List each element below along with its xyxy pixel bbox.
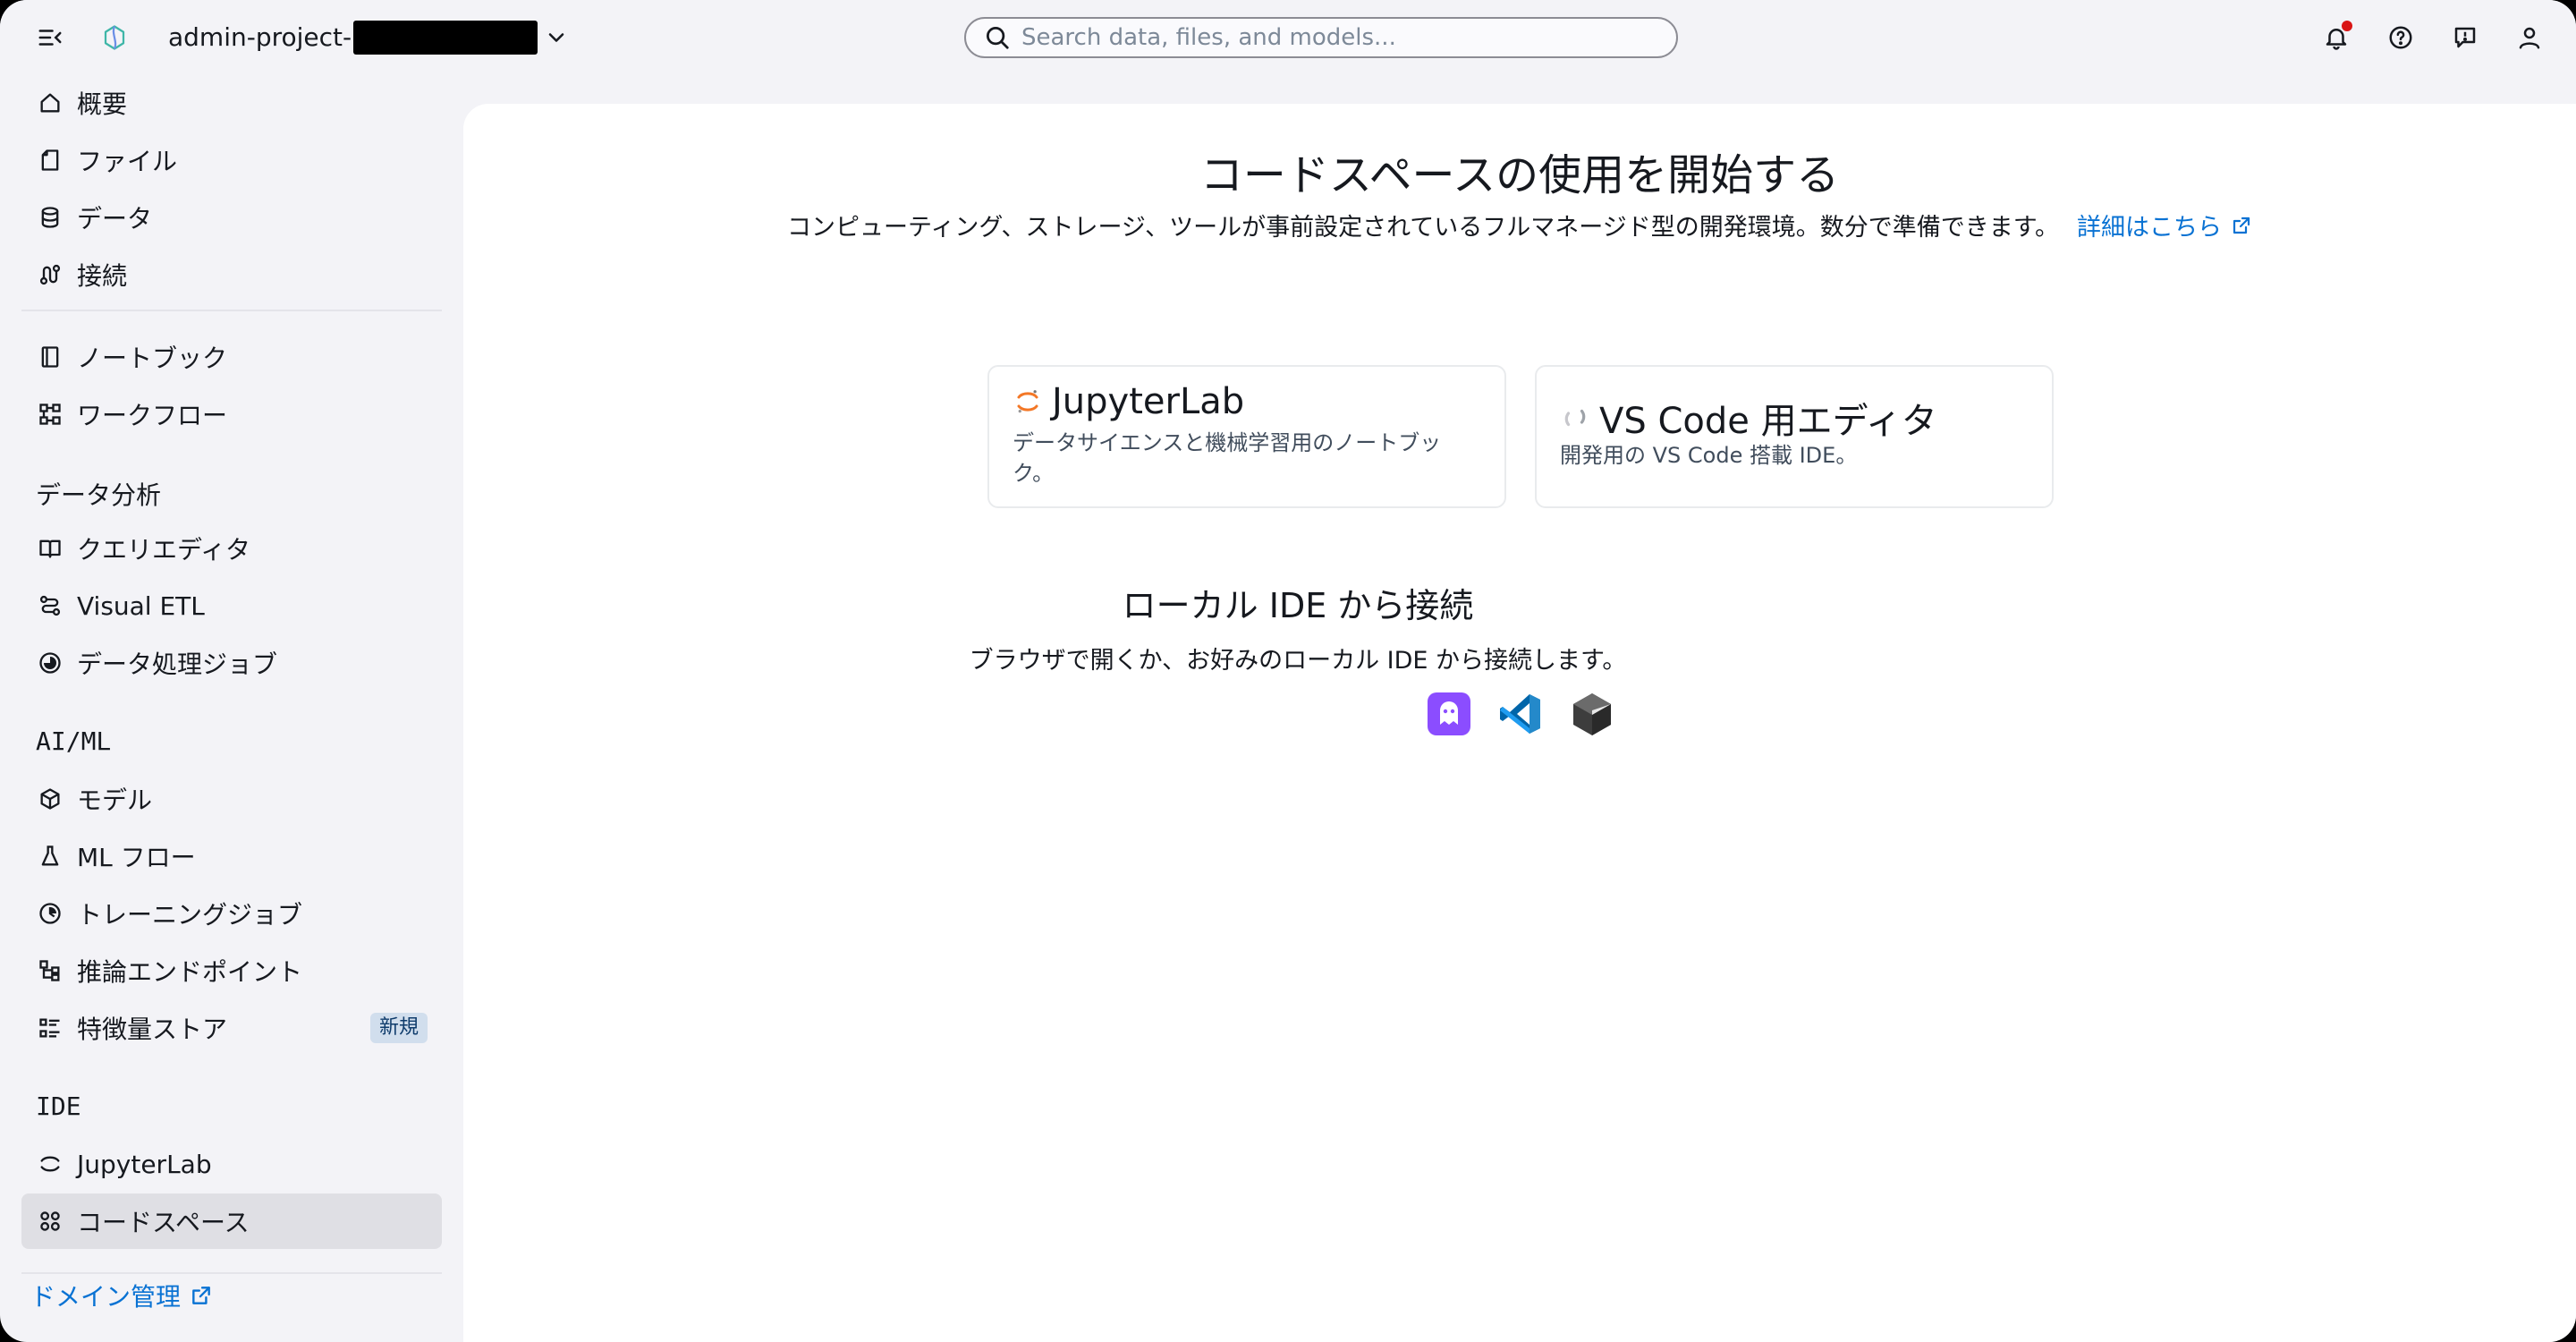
sidebar-item-jupyterlab[interactable]: JupyterLab bbox=[21, 1136, 442, 1192]
endpoint-icon bbox=[36, 956, 64, 985]
section-title-aiml: AI/ML bbox=[36, 726, 112, 756]
sidebar-item-label: コードスペース bbox=[77, 1208, 250, 1237]
section-title-analytics: データ分析 bbox=[36, 480, 162, 510]
workflow-icon bbox=[36, 400, 64, 429]
bell-icon[interactable] bbox=[2318, 20, 2354, 55]
sidebar-item-files[interactable]: ファイル bbox=[21, 132, 442, 188]
page-title: コードスペースの使用を開始する bbox=[1199, 150, 1840, 200]
search-input[interactable] bbox=[1020, 23, 1667, 52]
jupyter-icon bbox=[36, 1150, 64, 1178]
card-title-text: VS Code 用エディタ bbox=[1599, 401, 1937, 442]
sidebar-item-label: 推論エンドポイント bbox=[77, 957, 303, 987]
sidebar-item-label: クエリエディタ bbox=[77, 535, 251, 565]
home-icon bbox=[36, 89, 64, 117]
project-name-label: admin-project- bbox=[168, 22, 352, 52]
page-subtitle: コンピューティング、ストレージ、ツールが事前設定されているフルマネージド型の開発… bbox=[463, 208, 2576, 242]
domain-management-label: ドメイン管理 bbox=[30, 1282, 182, 1312]
sidebar-item-overview[interactable]: 概要 bbox=[21, 75, 442, 131]
local-ide-title: ローカル IDE から接続 bbox=[1122, 586, 1474, 625]
project-selector[interactable]: admin-project- bbox=[168, 18, 538, 57]
vscode-icon[interactable] bbox=[1497, 691, 1544, 737]
clock-icon bbox=[36, 899, 64, 928]
sidebar-item-data-processing-jobs[interactable]: データ処理ジョブ bbox=[21, 635, 442, 691]
sidebar-item-label: モデル bbox=[77, 786, 153, 815]
sidebar-item-feature-store[interactable]: 特徴量ストア 新規 bbox=[21, 1000, 442, 1056]
page-subtitle-text: コンピューティング、ストレージ、ツールが事前設定されているフルマネージド型の開発… bbox=[786, 214, 2060, 242]
sidebar-divider bbox=[21, 1272, 442, 1274]
sidebar-item-data[interactable]: データ bbox=[21, 190, 442, 245]
sidebar-item-label: Visual ETL bbox=[77, 590, 205, 621]
sidebar-item-ml-flow[interactable]: ML フロー bbox=[21, 828, 442, 884]
sidebar-item-label: データ処理ジョブ bbox=[77, 650, 278, 679]
sidebar-item-label: ワークフロー bbox=[77, 401, 228, 430]
search-icon bbox=[987, 27, 1009, 49]
studio-window: admin-project- Search data, files, and m… bbox=[0, 0, 2576, 1342]
external-link-icon bbox=[192, 1287, 210, 1304]
top-bar: admin-project- bbox=[0, 0, 2576, 75]
cube-icon bbox=[36, 785, 64, 813]
external-link-icon bbox=[2233, 217, 2250, 234]
card-title-text: JupyterLab bbox=[1052, 381, 1245, 422]
job-icon bbox=[36, 649, 64, 677]
card-description: データサイエンスと機械学習用のノートブック。 bbox=[1013, 430, 1442, 486]
sidebar-item-label: 特徴量ストア bbox=[77, 1015, 228, 1044]
card-title: VS Code 用エディタ bbox=[1562, 392, 1937, 444]
notification-dot bbox=[2342, 21, 2352, 31]
sidebar-item-visual-etl[interactable]: Visual ETL bbox=[21, 578, 442, 633]
sidebar-item-workflows[interactable]: ワークフロー bbox=[21, 386, 442, 442]
grid-icon bbox=[36, 1207, 64, 1236]
sidebar-item-training-jobs[interactable]: トレーニングジョブ bbox=[21, 886, 442, 941]
etl-icon bbox=[36, 591, 64, 620]
jupyterlab-card[interactable]: JupyterLab データサイエンスと機械学習用のノートブック。 bbox=[987, 365, 1506, 508]
sidebar-item-inference-endpoints[interactable]: 推論エンドポイント bbox=[21, 943, 442, 998]
search-bar[interactable] bbox=[964, 17, 1678, 58]
sidebar: 概要 ファイル データ 接続 ノートブック ワークフロー データ分析 クエリエデ… bbox=[0, 75, 463, 1342]
redacted-block bbox=[353, 21, 538, 55]
card-title: JupyterLab bbox=[1014, 381, 1244, 422]
kiro-icon[interactable] bbox=[1426, 691, 1472, 737]
flask-icon bbox=[36, 842, 64, 871]
book-icon bbox=[36, 534, 64, 563]
sidebar-item-query-editor[interactable]: クエリエディタ bbox=[21, 521, 442, 576]
collapse-menu-icon[interactable] bbox=[32, 20, 68, 55]
studio-logo-icon[interactable] bbox=[97, 20, 132, 55]
vscode-editor-card[interactable]: VS Code 用エディタ 開発用の VS Code 搭載 IDE。 bbox=[1535, 365, 2054, 508]
learn-more-label: 詳細はこちら bbox=[2077, 214, 2223, 242]
list-icon bbox=[36, 1014, 64, 1042]
database-icon bbox=[36, 203, 64, 232]
card-description: 開発用の VS Code 搭載 IDE。 bbox=[1560, 443, 1858, 468]
section-title-ide: IDE bbox=[36, 1091, 81, 1121]
user-icon[interactable] bbox=[2512, 20, 2547, 55]
sidebar-item-label: ノートブック bbox=[77, 344, 228, 373]
sidebar-item-label: ファイル bbox=[77, 147, 178, 176]
local-ide-subtitle: ブラウザで開くか、お好みのローカル IDE から接続します。 bbox=[969, 647, 1627, 675]
learn-more-link[interactable]: 詳細はこちら bbox=[2077, 208, 2252, 242]
cursor-icon[interactable] bbox=[1569, 691, 1615, 737]
new-badge: 新規 bbox=[369, 1013, 428, 1043]
sidebar-divider bbox=[21, 310, 442, 311]
help-icon[interactable] bbox=[2383, 20, 2419, 55]
chevron-down-icon[interactable] bbox=[538, 20, 574, 55]
sidebar-item-label: 概要 bbox=[77, 89, 128, 119]
sidebar-item-label: JupyterLab bbox=[77, 1149, 212, 1179]
sidebar-item-label: データ bbox=[77, 204, 153, 234]
main-panel: コードスペースの使用を開始する コンピューティング、ストレージ、ツールが事前設定… bbox=[463, 104, 2576, 1342]
domain-management-link[interactable]: ドメイン管理 bbox=[30, 1278, 213, 1313]
loading-icon bbox=[1564, 409, 1586, 427]
feedback-icon[interactable] bbox=[2447, 20, 2483, 55]
sidebar-item-label: 接続 bbox=[77, 261, 128, 291]
jupyter-icon bbox=[1017, 390, 1038, 413]
connection-icon bbox=[36, 260, 64, 289]
notebook-icon bbox=[36, 343, 64, 371]
sidebar-item-connections[interactable]: 接続 bbox=[21, 247, 442, 302]
file-icon bbox=[36, 146, 64, 174]
sidebar-item-label: ML フロー bbox=[77, 843, 196, 872]
sidebar-item-models[interactable]: モデル bbox=[21, 771, 442, 827]
sidebar-item-code-spaces[interactable]: コードスペース bbox=[21, 1193, 442, 1249]
sidebar-item-notebooks[interactable]: ノートブック bbox=[21, 329, 442, 385]
sidebar-item-label: トレーニングジョブ bbox=[77, 900, 303, 930]
